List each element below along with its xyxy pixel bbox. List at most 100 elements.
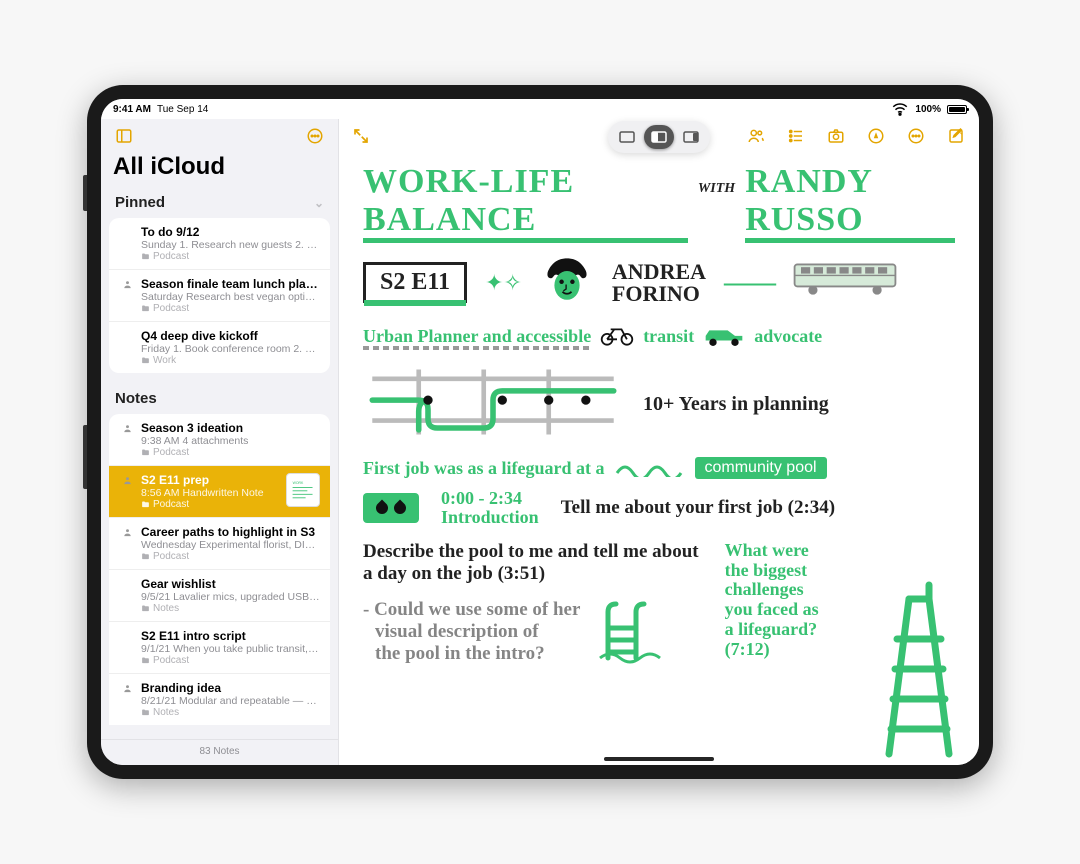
note-folder: Podcast <box>141 499 278 510</box>
status-time: 9:41 AM <box>113 104 151 115</box>
spark-icon: ✦✧ <box>485 270 522 296</box>
note-meta: 9/5/21 Lavalier mics, upgraded USB inte… <box>141 591 320 603</box>
community-pool-pill: community pool <box>695 457 827 479</box>
role-a: Urban Planner and accessible <box>363 326 591 347</box>
note-row[interactable]: S2 E11 intro script9/1/21 When you take … <box>109 621 330 673</box>
pool-ladder-icon <box>596 594 666 664</box>
bike-icon <box>599 324 635 348</box>
status-date: Tue Sep 14 <box>157 104 208 115</box>
note-title: To do 9/12 <box>141 225 320 239</box>
face-sketch-icon <box>540 253 594 312</box>
multitask-fullscreen[interactable] <box>612 125 642 149</box>
question-3b: visual description of <box>363 621 580 643</box>
note-meta: Sunday 1. Research new guests 2. Edit in… <box>141 239 320 251</box>
multitask-slideover[interactable] <box>676 125 706 149</box>
note-title-with: WITH <box>698 181 735 197</box>
note-folder: Notes <box>141 707 320 718</box>
note-meta: 9/1/21 When you take public transit, do… <box>141 643 320 655</box>
multitask-control <box>608 121 710 153</box>
note-row[interactable]: Branding idea8/21/21 Modular and repeata… <box>109 673 330 725</box>
section-notes[interactable]: Notes <box>101 383 338 414</box>
note-row[interactable]: Q4 deep dive kickoffFriday 1. Book confe… <box>109 321 330 373</box>
lifeguard-a: First job was as a lifeguard at a <box>363 458 605 479</box>
note-folder: Podcast <box>141 551 320 562</box>
pinned-label: Pinned <box>115 194 165 211</box>
note-folder: Notes <box>141 603 320 614</box>
wifi-icon <box>891 100 909 118</box>
notes-sidebar: All iCloud Pinned ⌄ To do 9/12Sunday 1. … <box>101 119 339 765</box>
section-pinned[interactable]: Pinned ⌄ <box>101 187 338 218</box>
note-row[interactable]: Career paths to highlight in S3Wednesday… <box>109 517 330 569</box>
note-folder: Work <box>141 355 320 366</box>
note-title: Gear wishlist <box>141 577 320 591</box>
shared-icon <box>121 475 133 489</box>
wave-icon <box>615 459 685 477</box>
markup-button[interactable] <box>863 123 889 149</box>
shared-icon <box>121 279 133 293</box>
note-row[interactable]: Season 3 ideation9:38 AM 4 attachmentsPo… <box>109 414 330 465</box>
more-options-button[interactable] <box>302 123 328 149</box>
car-icon <box>702 324 746 348</box>
question-3a: - Could we use some of her <box>363 599 580 621</box>
note-folder: Podcast <box>141 251 320 262</box>
guest-name: ANDREA FORINO <box>612 261 706 305</box>
note-row[interactable]: To do 9/12Sunday 1. Research new guests … <box>109 218 330 269</box>
note-meta: Friday 1. Book conference room 2. Send o… <box>141 343 320 355</box>
screen: 9:41 AM Tue Sep 14 100% <box>101 99 979 765</box>
ipad-frame: 9:41 AM Tue Sep 14 100% <box>87 85 993 779</box>
pinned-list: To do 9/12Sunday 1. Research new guests … <box>109 218 330 373</box>
status-battery: 100% <box>915 104 941 115</box>
role-b: transit <box>643 326 694 347</box>
status-bar: 9:41 AM Tue Sep 14 100% <box>101 99 979 119</box>
note-row[interactable]: Gear wishlist9/5/21 Lavalier mics, upgra… <box>109 569 330 621</box>
notes-label: Notes <box>115 390 157 407</box>
note-thumbnail: WORK <box>286 473 320 507</box>
home-indicator[interactable] <box>604 757 714 761</box>
lifeguard-chair-icon <box>859 579 969 759</box>
battery-icon <box>947 105 967 114</box>
note-title: Career paths to highlight in S3 <box>141 525 320 539</box>
note-folder: Podcast <box>141 447 320 458</box>
notes-list: Season 3 ideation9:38 AM 4 attachmentsPo… <box>109 414 330 725</box>
note-title: Q4 deep dive kickoff <box>141 329 320 343</box>
episode-box: S2 E11 <box>363 262 467 303</box>
note-title: S2 E11 intro script <box>141 629 320 643</box>
transit-map-sketch <box>363 362 623 447</box>
table-insert-button[interactable] <box>783 123 809 149</box>
handwritten-canvas[interactable]: WORK-LIFE BALANCE WITH RANDY RUSSO S2 E1… <box>339 153 979 765</box>
note-meta: 9:38 AM 4 attachments <box>141 435 320 447</box>
chevron-down-icon: ⌄ <box>314 196 324 210</box>
note-title: Branding idea <box>141 681 320 695</box>
note-meta: Saturday Research best vegan options wi… <box>141 291 320 303</box>
shared-icon <box>121 423 133 437</box>
timestamp-block: 0:00 - 2:34 Introduction <box>441 489 539 527</box>
share-collaborate-button[interactable] <box>743 123 769 149</box>
note-meta: 8/21/21 Modular and repeatable — standa… <box>141 695 320 707</box>
play-markers-icon <box>363 493 419 523</box>
note-row[interactable]: Season finale team lunch planningSaturda… <box>109 269 330 321</box>
shared-icon <box>121 683 133 697</box>
new-note-button[interactable] <box>943 123 969 149</box>
svg-text:WORK: WORK <box>293 481 304 485</box>
multitask-split[interactable] <box>644 125 674 149</box>
camera-insert-button[interactable] <box>823 123 849 149</box>
dash-icon: —— <box>724 267 772 299</box>
note-meta: 8:56 AM Handwritten Note <box>141 487 278 499</box>
note-meta: Wednesday Experimental florist, DIY film… <box>141 539 320 551</box>
shared-icon <box>121 527 133 541</box>
more-button[interactable] <box>903 123 929 149</box>
note-row[interactable]: S2 E11 prep8:56 AM Handwritten NotePodca… <box>109 465 330 517</box>
note-folder: Podcast <box>141 303 320 314</box>
question-2: Describe the pool to me and tell me abou… <box>363 541 709 585</box>
note-title: Season 3 ideation <box>141 421 320 435</box>
expand-arrows-icon[interactable] <box>349 124 373 148</box>
sidebar-title: All iCloud <box>101 153 338 187</box>
bus-icon <box>790 257 900 308</box>
sidebar-footer: 83 Notes <box>101 739 338 765</box>
note-title: Season finale team lunch planning <box>141 277 320 291</box>
note-title-b: RANDY RUSSO <box>745 163 955 239</box>
role-c: advocate <box>754 326 822 347</box>
sidebar-toggle-button[interactable] <box>111 123 137 149</box>
years-text: 10+ Years in planning <box>643 393 829 416</box>
note-editor: WORK-LIFE BALANCE WITH RANDY RUSSO S2 E1… <box>339 119 979 765</box>
